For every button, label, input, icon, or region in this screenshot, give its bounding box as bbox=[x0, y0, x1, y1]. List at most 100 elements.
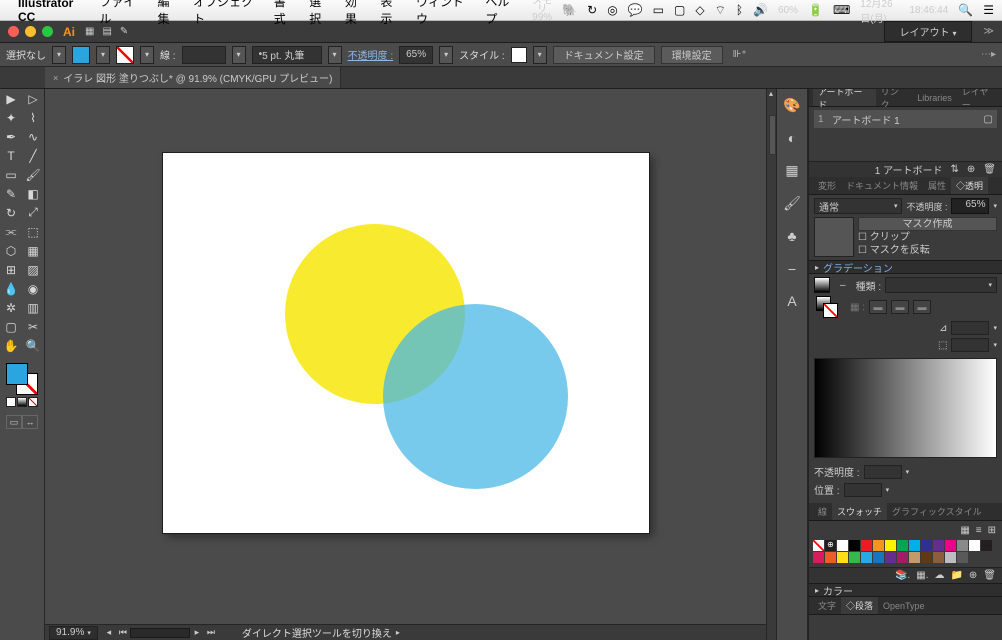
volume-icon[interactable]: 🔊 bbox=[753, 3, 768, 17]
artboard-last-icon[interactable]: ⏭ bbox=[204, 627, 218, 638]
swatch-view1-icon[interactable]: ≡ bbox=[976, 525, 982, 536]
links-tab[interactable]: リンク bbox=[876, 89, 913, 106]
delete-swatch-icon[interactable]: 🗑 bbox=[983, 570, 996, 581]
menu-object[interactable]: オブジェクト bbox=[193, 0, 261, 27]
stroke-panel-icon[interactable]: ⎯ bbox=[789, 260, 796, 277]
rectangle-tool[interactable]: ▭ bbox=[0, 165, 22, 184]
opacity-field[interactable]: 65% bbox=[399, 46, 433, 64]
shaper-tool[interactable]: ✎ bbox=[0, 184, 22, 203]
screen-mode-normal[interactable]: ▭ bbox=[6, 415, 22, 429]
eraser-tool[interactable]: ◧ bbox=[22, 184, 44, 203]
sync-icon[interactable]: ↻ bbox=[587, 3, 597, 17]
spotlight-icon[interactable]: 🔍 bbox=[958, 3, 973, 17]
swatch-color[interactable] bbox=[945, 540, 956, 551]
fill-gradient-mode[interactable] bbox=[17, 397, 27, 407]
swatch-color[interactable] bbox=[861, 552, 872, 563]
panel-grip[interactable] bbox=[769, 115, 776, 155]
swatch-color[interactable] bbox=[921, 540, 932, 551]
swatch-color[interactable] bbox=[813, 552, 824, 563]
artboard-options-icon[interactable]: ▢ bbox=[984, 114, 993, 125]
bluetooth-icon[interactable]: ᛒ bbox=[736, 3, 743, 17]
brushes-panel-icon[interactable]: 🖌 bbox=[783, 195, 801, 212]
magic-wand-tool[interactable]: ✦ bbox=[0, 108, 22, 127]
menu-window[interactable]: ウィンドウ bbox=[416, 0, 472, 27]
canvas-area[interactable]: ▴ 91.9% ▾ ◂ ⏮ ▸ ⏭ ダイレクト選択ツールを切り換え ▸ bbox=[45, 89, 776, 640]
panel-options-icon[interactable]: ⋯▸ bbox=[981, 49, 996, 60]
swatch-color[interactable] bbox=[945, 552, 956, 563]
transform-tab[interactable]: 変形 bbox=[813, 177, 841, 194]
artboards-tab[interactable]: アートボード bbox=[813, 89, 876, 106]
swatch-color[interactable] bbox=[873, 540, 884, 551]
hand-tool[interactable]: ✋ bbox=[0, 336, 22, 355]
battery-icon[interactable]: 🔋 bbox=[808, 3, 823, 17]
stroke-color-dropdown[interactable]: ▾ bbox=[140, 46, 154, 64]
grad-stroke-3[interactable]: ▬ bbox=[913, 300, 931, 314]
gradient-slider[interactable] bbox=[814, 358, 997, 458]
gradient-opacity-input[interactable] bbox=[864, 465, 902, 479]
symbols-panel-icon[interactable]: ♣ bbox=[787, 228, 796, 244]
curvature-tool[interactable]: ∿ bbox=[22, 127, 44, 146]
new-swatch-icon[interactable]: ⊕ bbox=[969, 570, 977, 581]
stroke-weight-field[interactable] bbox=[182, 46, 226, 64]
stroke-color-swatch[interactable] bbox=[116, 46, 134, 64]
zoom-field[interactable]: 91.9% ▾ bbox=[49, 626, 98, 640]
menu-file[interactable]: ファイル bbox=[99, 0, 144, 27]
paragraph-tab[interactable]: ◇段落 bbox=[841, 597, 878, 614]
arrange-icon[interactable]: ✎ bbox=[120, 26, 128, 37]
color-panel-header[interactable]: ▸カラー bbox=[809, 583, 1002, 597]
layers-tab[interactable]: レイヤー bbox=[957, 89, 1002, 106]
gradient-angle-input[interactable] bbox=[951, 321, 989, 335]
keyboard-icon[interactable]: ⌨ bbox=[833, 3, 850, 17]
blend-tool[interactable]: ◉ bbox=[22, 279, 44, 298]
slice-tool[interactable]: ✂ bbox=[22, 317, 44, 336]
menu-help[interactable]: ヘルプ bbox=[485, 0, 519, 27]
graphic-styles-tab[interactable]: グラフィックスタイル bbox=[887, 503, 987, 520]
attributes-tab[interactable]: 属性 bbox=[923, 177, 951, 194]
artboard-prev-icon[interactable]: ◂ bbox=[102, 627, 116, 638]
wifi-icon[interactable]: ⌔ bbox=[715, 3, 726, 18]
paintbrush-tool[interactable]: 🖌 bbox=[22, 165, 44, 184]
app-name[interactable]: Illustrator CC bbox=[18, 0, 89, 24]
swatch-color[interactable] bbox=[897, 540, 908, 551]
grad-stroke-2[interactable]: ▬ bbox=[891, 300, 909, 314]
close-tab-icon[interactable]: × bbox=[53, 73, 58, 83]
graph-tool[interactable]: ▥ bbox=[22, 298, 44, 317]
menu-edit[interactable]: 編集 bbox=[158, 0, 181, 27]
style-swatch[interactable] bbox=[511, 47, 527, 63]
delete-artboard-icon[interactable]: 🗑 bbox=[983, 164, 996, 175]
character-panel-icon[interactable]: A bbox=[787, 293, 796, 309]
grad-stroke-1[interactable]: ▬ bbox=[869, 300, 887, 314]
vertical-scrollbar[interactable]: ▴ bbox=[766, 89, 776, 640]
rotate-tool[interactable]: ↻ bbox=[0, 203, 22, 222]
swatch-color[interactable] bbox=[909, 540, 920, 551]
selection-tool[interactable]: ▶ bbox=[0, 89, 22, 108]
swatch-color[interactable] bbox=[873, 552, 884, 563]
eyedropper-tool[interactable]: 💧 bbox=[0, 279, 22, 298]
artboard-nav-field[interactable] bbox=[130, 628, 190, 638]
artboard-list-item[interactable]: 1 アートボード 1 ▢ bbox=[814, 110, 997, 128]
fill-solid-mode[interactable] bbox=[6, 397, 16, 407]
swatch-color[interactable] bbox=[849, 540, 860, 551]
preferences-button[interactable]: 環境設定 bbox=[661, 46, 723, 64]
swatch-color[interactable] bbox=[837, 540, 848, 551]
brush-dd[interactable]: ▾ bbox=[328, 46, 342, 64]
artboard-tool[interactable]: ▢ bbox=[0, 317, 22, 336]
swatch-color[interactable] bbox=[837, 552, 848, 563]
zoom-tool[interactable]: 🔍 bbox=[22, 336, 44, 355]
clip-checkbox[interactable]: ☐ クリップ bbox=[858, 231, 997, 244]
gradient-position-input[interactable] bbox=[844, 483, 882, 497]
scale-tool[interactable]: ⤢ bbox=[22, 203, 44, 222]
stroke-tab[interactable]: 線 bbox=[813, 503, 832, 520]
screen-icon[interactable]: ▢ bbox=[674, 3, 685, 17]
swatch-color[interactable] bbox=[849, 552, 860, 563]
swatch-color[interactable] bbox=[885, 552, 896, 563]
gradient-tool[interactable]: ▨ bbox=[22, 260, 44, 279]
stroke-weight-dd[interactable]: ▾ bbox=[232, 46, 246, 64]
artboard-first-icon[interactable]: ⏮ bbox=[116, 627, 130, 638]
stock-icon[interactable]: ▤ bbox=[102, 26, 111, 37]
align-icon[interactable]: ⊪⁺ bbox=[733, 49, 747, 60]
swatch-color[interactable] bbox=[825, 552, 836, 563]
display-icon[interactable]: ▭ bbox=[653, 3, 664, 17]
color-panel-icon[interactable]: 🎨 bbox=[783, 97, 800, 114]
swatches-tab[interactable]: スウォッチ bbox=[832, 503, 887, 520]
